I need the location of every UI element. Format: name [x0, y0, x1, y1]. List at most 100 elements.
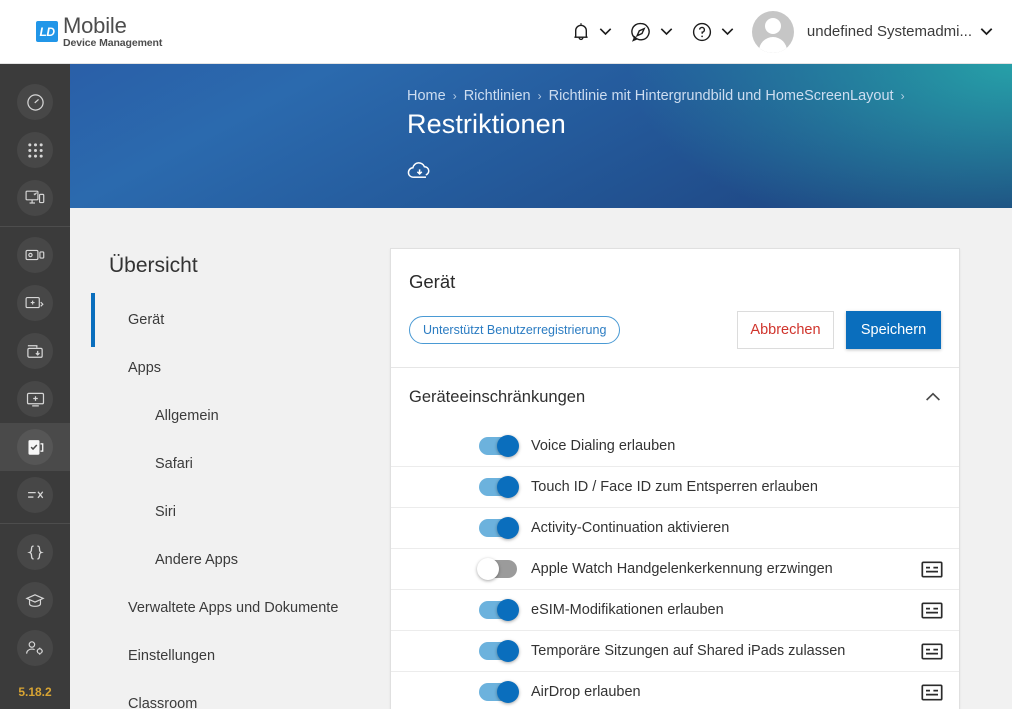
nav-item-label: Siri — [155, 504, 176, 520]
save-button[interactable]: Speichern — [846, 311, 941, 349]
settings-card: Gerät Unterstützt Benutzerregistrierung … — [390, 248, 960, 709]
toggle-apple-watch-wrist-detection[interactable] — [477, 558, 517, 580]
rail-item-add-monitor[interactable] — [0, 375, 70, 423]
toggle-esim-modification[interactable] — [479, 599, 519, 621]
add-screen-arrow-icon — [17, 285, 53, 321]
checklist-document-icon — [17, 429, 53, 465]
graduation-cap-icon — [17, 582, 53, 618]
detail-card-icon[interactable] — [921, 683, 943, 701]
chevron-up-icon[interactable] — [925, 389, 941, 407]
toggle-knob — [477, 558, 499, 580]
toggle-activity-continuation[interactable] — [479, 517, 519, 539]
avatar — [751, 10, 794, 53]
user-menu[interactable]: undefined Systemadmi... — [743, 0, 1002, 64]
toggle-airdrop[interactable] — [479, 681, 519, 703]
nav-item-siri[interactable]: Siri — [85, 488, 390, 536]
nav-item-label: Verwaltete Apps und Dokumente — [128, 600, 339, 616]
app-rail: 5.18.2 — [0, 64, 70, 709]
nav-item-safari[interactable]: Safari — [85, 440, 390, 488]
status-badge[interactable]: Unterstützt Benutzerregistrierung — [409, 316, 621, 344]
rail-item-api[interactable] — [0, 528, 70, 576]
setting-label: Temporäre Sitzungen auf Shared iPads zul… — [531, 643, 846, 659]
braces-icon — [17, 534, 53, 570]
notifications-button[interactable] — [562, 0, 621, 64]
list-x-icon — [17, 477, 53, 513]
nav-item-verwaltete-apps[interactable]: Verwaltete Apps und Dokumente — [85, 584, 390, 632]
page-body: Übersicht Gerät Apps Allgemein Safari Si… — [70, 208, 1012, 709]
nav-item-label: Safari — [155, 456, 193, 472]
nav-item-label: Allgemein — [155, 408, 219, 424]
section-title: Geräteeinschränkungen — [409, 388, 586, 406]
breadcrumb-item-policy[interactable]: Richtlinie mit Hintergrundbild und HomeS… — [549, 88, 894, 104]
rail-group-3 — [0, 524, 70, 676]
monitor-device-icon — [17, 180, 53, 216]
toggle-temporary-sessions-shared-ipads[interactable] — [479, 640, 519, 662]
rail-item-dashboard[interactable] — [0, 78, 70, 126]
user-gear-icon — [17, 630, 53, 666]
nav-item-allgemein[interactable]: Allgemein — [85, 392, 390, 440]
cancel-button[interactable]: Abbrechen — [737, 311, 834, 349]
setting-label: Voice Dialing erlauben — [531, 437, 676, 454]
download-screen-icon — [17, 333, 53, 369]
rail-item-policies[interactable] — [0, 423, 70, 471]
content-nav-heading: Übersicht — [109, 254, 198, 277]
detail-card-icon[interactable] — [921, 560, 943, 578]
rail-item-install[interactable] — [0, 327, 70, 375]
app-logo[interactable]: LD Mobile Device Management — [36, 12, 163, 49]
toggle-knob — [497, 640, 519, 662]
nav-item-einstellungen[interactable]: Einstellungen — [85, 632, 390, 680]
rail-item-training[interactable] — [0, 576, 70, 624]
nav-item-classroom[interactable]: Classroom — [85, 680, 390, 709]
rail-item-devices-overview[interactable] — [0, 174, 70, 222]
cloud-download-icon[interactable] — [407, 160, 433, 182]
chevron-down-icon — [599, 23, 612, 41]
card-header: Gerät Unterstützt Benutzerregistrierung … — [391, 249, 959, 367]
nav-item-label: Einstellungen — [128, 648, 216, 664]
help-button[interactable] — [682, 0, 743, 64]
setting-row: Activity-Continuation aktivieren — [391, 507, 959, 548]
nav-item-label: Gerät — [128, 312, 165, 328]
rail-item-tasks[interactable] — [0, 471, 70, 519]
setting-row: Apple Watch Handgelenkerkennung erzwinge… — [391, 548, 959, 589]
user-name: undefined Systemadmi... — [806, 23, 972, 40]
app-version: 5.18.2 — [18, 685, 52, 699]
logo-title: Mobile — [63, 12, 127, 38]
gauge-icon — [17, 84, 53, 120]
toggle-touch-face-id[interactable] — [479, 476, 519, 498]
card-actions: Abbrechen Speichern — [737, 311, 941, 349]
toggle-knob — [497, 434, 519, 457]
logo-subtitle: Device Management — [63, 36, 163, 49]
nav-item-apps[interactable]: Apps — [85, 344, 390, 392]
nav-item-andere-apps[interactable]: Andere Apps — [85, 536, 390, 584]
breadcrumb: Home › Richtlinien › Richtlinie mit Hint… — [407, 88, 1012, 104]
rail-item-users[interactable] — [0, 624, 70, 672]
guide-button[interactable] — [621, 0, 682, 64]
detail-card-icon[interactable] — [921, 642, 943, 660]
rail-item-apps-grid[interactable] — [0, 126, 70, 174]
question-circle-icon — [691, 21, 713, 43]
breadcrumb-item-policies[interactable]: Richtlinien — [464, 88, 531, 104]
setting-label: AirDrop erlauben — [531, 684, 641, 700]
header-actions: undefined Systemadmi... — [562, 0, 1012, 64]
nav-item-label: Andere Apps — [155, 552, 239, 568]
setting-row: eSIM-Modifikationen erlauben — [391, 589, 959, 630]
page-hero: Home › Richtlinien › Richtlinie mit Hint… — [70, 64, 1012, 208]
avatar-body — [758, 36, 787, 53]
section-header-geraeteeinschraenkungen[interactable]: Geräteeinschränkungen — [391, 368, 959, 425]
setting-row: Touch ID / Face ID zum Entsperren erlaub… — [391, 466, 959, 507]
detail-card-icon[interactable] — [921, 601, 943, 619]
breadcrumb-separator: › — [900, 89, 905, 103]
content-nav-list: Gerät Apps Allgemein Safari Siri Andere … — [85, 293, 390, 709]
breadcrumb-item-home[interactable]: Home — [407, 88, 446, 104]
bell-icon — [571, 21, 591, 43]
chevron-down-icon — [980, 23, 993, 41]
nav-item-label: Apps — [128, 360, 162, 376]
toggle-voice-dialing[interactable] — [479, 434, 519, 457]
rail-item-device-list[interactable] — [0, 231, 70, 279]
setting-label: eSIM-Modifikationen erlauben — [531, 602, 724, 618]
nav-item-geraet[interactable]: Gerät — [85, 293, 390, 347]
app-header: LD Mobile Device Management undefined Sy… — [0, 0, 1012, 64]
rail-item-add-device[interactable] — [0, 279, 70, 327]
setting-row: Temporäre Sitzungen auf Shared iPads zul… — [391, 630, 959, 671]
toggle-knob — [497, 476, 519, 498]
